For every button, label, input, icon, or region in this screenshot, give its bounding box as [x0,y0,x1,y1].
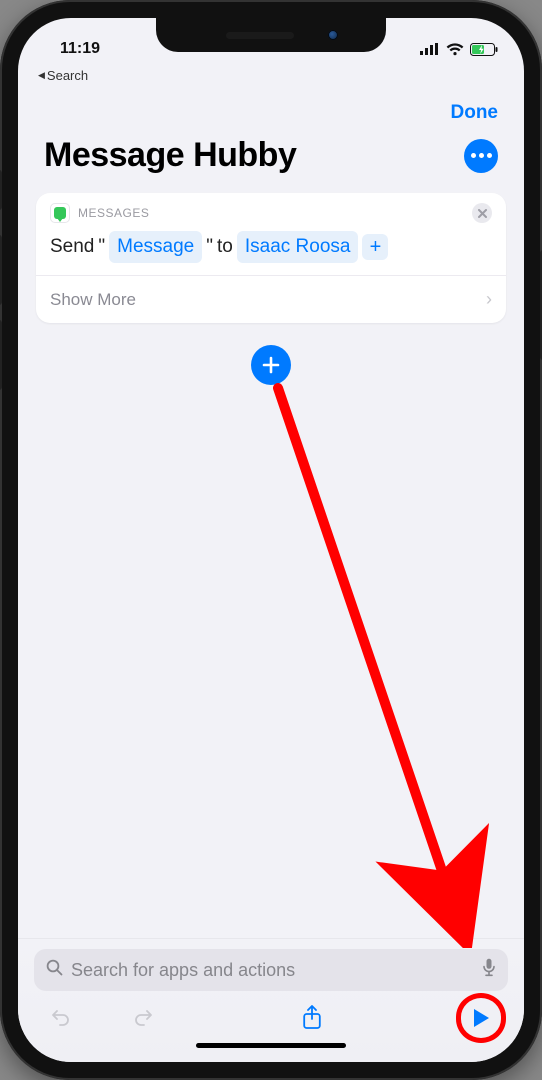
search-icon [46,959,63,981]
chevron-right-icon: › [486,289,492,310]
redo-button[interactable] [130,1005,156,1031]
to-word: to [217,232,233,262]
more-button[interactable] [464,139,498,173]
shortcut-title: Message Hubby [44,136,296,175]
message-token[interactable]: Message [109,231,202,263]
back-label: Search [47,68,88,83]
action-search-field[interactable]: Search for apps and actions [34,949,508,991]
home-indicator[interactable] [196,1043,346,1048]
app-label: MESSAGES [78,206,149,220]
share-button[interactable] [299,1005,325,1031]
search-placeholder: Search for apps and actions [71,960,474,981]
status-right [420,43,498,56]
show-more-row[interactable]: Show More › [36,275,506,323]
add-recipient-button[interactable]: + [362,234,388,260]
send-verb: Send [50,232,94,262]
wifi-icon [446,43,464,56]
recipient-token[interactable]: Isaac Roosa [237,231,359,263]
quote-open: " [98,232,105,262]
run-button[interactable] [468,1005,494,1031]
messages-app-icon [50,203,70,223]
device-notch [156,18,386,52]
undo-button[interactable] [48,1005,74,1031]
dictation-icon[interactable] [482,958,496,982]
back-to-search[interactable]: Search [38,68,88,83]
done-button[interactable]: Done [451,102,499,124]
cellular-icon [420,43,440,55]
status-time: 11:19 [60,40,100,58]
action-line[interactable]: Send " Message " to Isaac Roosa + [50,231,492,263]
clear-action-button[interactable] [472,203,492,223]
quote-close: " [206,232,213,262]
show-more-label: Show More [50,290,136,310]
add-action-button[interactable] [251,345,291,385]
battery-icon [470,43,498,56]
action-card: MESSAGES Send " Message " to Isaac Roosa… [36,193,506,323]
